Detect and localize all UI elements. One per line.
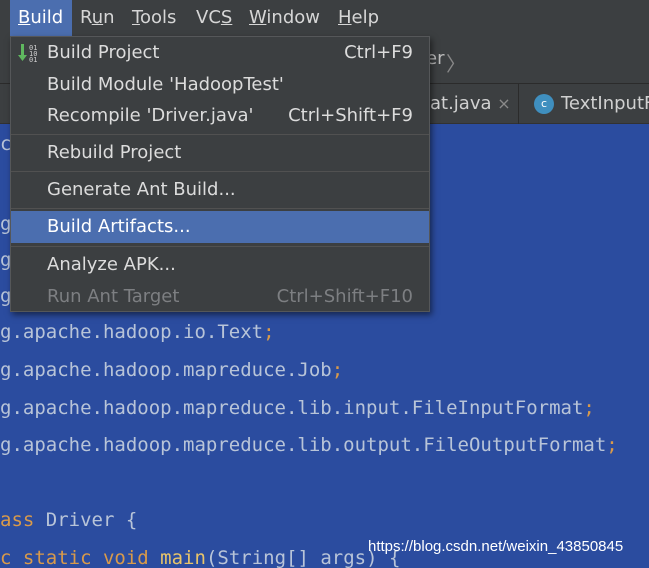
build-project-icon: 01 10 01 bbox=[18, 44, 37, 64]
tab-textinputformat[interactable]: TextInputF bbox=[561, 84, 649, 124]
menu-separator bbox=[11, 208, 429, 209]
code-line: g.apache.hadoop.mapreduce.lib.output.Fil… bbox=[0, 434, 618, 456]
menu-item-rebuild-project[interactable]: Rebuild Project bbox=[11, 137, 429, 169]
menu-item-generate-ant-build[interactable]: Generate Ant Build... bbox=[11, 174, 429, 206]
close-icon[interactable]: × bbox=[497, 94, 510, 113]
menu-tools[interactable]: Tools bbox=[132, 0, 176, 36]
menu-vcs[interactable]: VCS bbox=[196, 0, 232, 36]
code-line: g.apache.hadoop.mapreduce.lib.input.File… bbox=[0, 397, 595, 419]
watermark: https://blog.csdn.net/weixin_43850845 bbox=[368, 538, 624, 555]
tab-divider bbox=[518, 84, 519, 124]
menu-item-build-module[interactable]: Build Module 'HadoopTest' bbox=[11, 69, 429, 101]
build-menu-dropdown: 01 10 01 Build Project Ctrl+F9 Build Mod… bbox=[10, 36, 430, 312]
menu-help[interactable]: Help bbox=[338, 0, 379, 36]
menu-item-recompile[interactable]: Recompile 'Driver.java' Ctrl+Shift+F9 bbox=[11, 100, 429, 132]
menu-build[interactable]: Build bbox=[10, 0, 72, 36]
menu-separator bbox=[11, 246, 429, 247]
code-line: ass Driver { bbox=[0, 509, 138, 531]
menu-separator bbox=[11, 171, 429, 172]
menu-item-build-project[interactable]: 01 10 01 Build Project Ctrl+F9 bbox=[11, 37, 429, 69]
tab-label: TextInputF bbox=[561, 93, 649, 114]
tab-label: at.java bbox=[430, 93, 492, 114]
menu-item-run-ant-target: Run Ant Target Ctrl+Shift+F10 bbox=[47, 286, 413, 307]
svg-text:01: 01 bbox=[29, 56, 37, 64]
menu-separator bbox=[11, 134, 429, 135]
menu-run[interactable]: Run bbox=[80, 0, 115, 36]
breadcrumb-chevron-icon: 〉 bbox=[446, 52, 466, 76]
code-line: g.apache.hadoop.mapreduce.Job; bbox=[0, 359, 344, 381]
code-line: g.apache.hadoop.io.Text; bbox=[0, 321, 275, 343]
menu-item-analyze-apk[interactable]: Analyze APK... bbox=[11, 249, 429, 281]
menu-item-build-artifacts[interactable]: Build Artifacts... bbox=[11, 211, 429, 243]
code-line: c static void main(String[] args) { bbox=[0, 547, 401, 568]
menu-bar: Build Run Tools VCS Window Help bbox=[0, 0, 649, 36]
tab-input-format[interactable]: at.java × bbox=[430, 84, 511, 124]
class-icon: c bbox=[534, 94, 554, 114]
menu-window[interactable]: Window bbox=[249, 0, 320, 36]
